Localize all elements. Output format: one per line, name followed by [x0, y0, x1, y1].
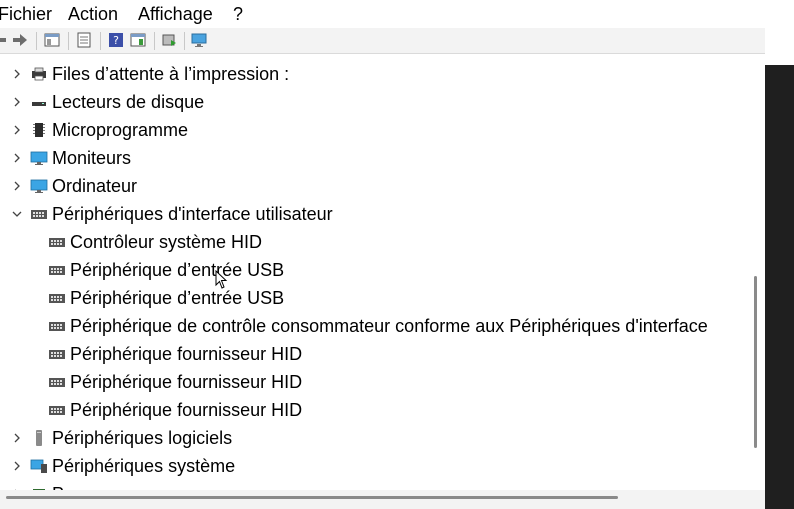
- chevron-right-icon[interactable]: [11, 424, 23, 452]
- tree-item-label: Ordinateur: [52, 176, 138, 196]
- tree-category[interactable]: Périphériques logiciels: [30, 424, 232, 452]
- device-tree[interactable]: Files d’attente à l’impression : Lecteurs…: [0, 58, 748, 490]
- hid-icon: [30, 206, 48, 222]
- tree-item-label: Périphérique d’entrée USB: [70, 288, 285, 308]
- horizontal-scrollbar[interactable]: [0, 490, 765, 509]
- tree-category[interactable]: P: [30, 480, 64, 490]
- hid-icon: [48, 234, 66, 250]
- tree-item-label: Périphérique fournisseur HID: [70, 372, 303, 392]
- hid-icon: [48, 318, 66, 334]
- tree-device[interactable]: Périphérique fournisseur HID: [48, 396, 302, 424]
- outer-background-top: [765, 0, 794, 65]
- menu-fichier[interactable]: Fichier: [0, 3, 52, 25]
- vertical-scrollbar[interactable]: [748, 58, 765, 490]
- tree-item-label: Périphérique fournisseur HID: [70, 400, 303, 420]
- hid-icon: [48, 290, 66, 306]
- tree-category[interactable]: Lecteurs de disque: [30, 88, 204, 116]
- tree-item-label: Périphériques logiciels: [52, 428, 233, 448]
- hid-icon: [48, 374, 66, 390]
- tree-category[interactable]: Files d’attente à l’impression :: [30, 60, 289, 88]
- hid-icon: [48, 262, 66, 278]
- chevron-right-icon[interactable]: [11, 452, 23, 480]
- printer-icon: [30, 66, 48, 82]
- forward-arrow-icon[interactable]: [12, 32, 28, 48]
- tree-item-label: Périphérique de contrôle consommateur co…: [70, 316, 708, 336]
- tree-item-label: Contrôleur système HID: [70, 232, 263, 252]
- chevron-right-icon[interactable]: [11, 60, 23, 88]
- tree-category[interactable]: Périphériques d'interface utilisateur: [30, 200, 333, 228]
- menu-help[interactable]: ?: [233, 3, 243, 25]
- chevron-right-icon[interactable]: [11, 116, 23, 144]
- action-pane-icon[interactable]: [130, 32, 146, 48]
- tree-device[interactable]: Périphérique d’entrée USB: [48, 284, 284, 312]
- toolbar-separator: [36, 32, 37, 50]
- menu-affichage[interactable]: Affichage: [138, 3, 213, 25]
- tree-item-label: Périphériques système: [52, 456, 236, 476]
- tree-category[interactable]: Microprogramme: [30, 116, 188, 144]
- system-device-icon: [30, 458, 48, 474]
- chevron-right-icon[interactable]: [11, 480, 23, 490]
- tree-device[interactable]: Périphérique fournisseur HID: [48, 340, 302, 368]
- toolbar-separator: [68, 32, 69, 50]
- tree-item-label: Moniteurs: [52, 148, 132, 168]
- back-arrow-icon[interactable]: [0, 32, 10, 48]
- computer-icon: [30, 178, 48, 194]
- tree-device[interactable]: Périphérique d’entrée USB: [48, 256, 284, 284]
- tree-item-label: Périphérique fournisseur HID: [70, 344, 303, 364]
- chevron-down-icon[interactable]: [11, 200, 23, 228]
- update-driver-icon[interactable]: [161, 32, 177, 48]
- help-icon[interactable]: ?: [108, 32, 124, 48]
- tree-item-label: Périphérique d’entrée USB: [70, 260, 285, 280]
- mouse-cursor-icon: [215, 270, 228, 289]
- menu-action[interactable]: Action: [68, 3, 118, 25]
- outer-background: [765, 0, 794, 509]
- tree-item-label: Lecteurs de disque: [52, 92, 205, 112]
- toolbar: ?: [0, 28, 765, 54]
- properties-icon[interactable]: [76, 32, 92, 48]
- toolbar-separator: [184, 32, 185, 50]
- monitor-icon: [30, 150, 48, 166]
- tree-device[interactable]: Contrôleur système HID: [48, 228, 262, 256]
- hid-icon: [48, 346, 66, 362]
- software-device-icon: [30, 430, 48, 446]
- vertical-scroll-thumb[interactable]: [754, 276, 757, 448]
- menu-bar: Fichier Action Affichage ?: [0, 0, 765, 27]
- monitor-scan-icon[interactable]: [191, 32, 207, 48]
- toolbar-separator: [100, 32, 101, 50]
- tree-item-label: Microprogramme: [52, 120, 189, 140]
- tree-category[interactable]: Moniteurs: [30, 144, 131, 172]
- tree-category[interactable]: Ordinateur: [30, 172, 137, 200]
- chevron-right-icon[interactable]: [11, 88, 23, 116]
- hid-icon: [48, 402, 66, 418]
- console-tree-icon[interactable]: [44, 32, 60, 48]
- chevron-right-icon[interactable]: [11, 144, 23, 172]
- toolbar-separator: [154, 32, 155, 50]
- disk-drive-icon: [30, 94, 48, 110]
- tree-item-label: Files d’attente à l’impression :: [52, 64, 290, 84]
- tree-device[interactable]: Périphérique de contrôle consommateur co…: [48, 312, 708, 340]
- tree-category[interactable]: Périphériques système: [30, 452, 235, 480]
- horizontal-scroll-thumb[interactable]: [6, 496, 618, 499]
- tree-item-label: Périphériques d'interface utilisateur: [52, 204, 333, 224]
- tree-item-label: P: [52, 483, 64, 490]
- chevron-right-icon[interactable]: [11, 172, 23, 200]
- firmware-chip-icon: [30, 122, 48, 138]
- svg-text:?: ?: [113, 34, 119, 47]
- tree-device[interactable]: Périphérique fournisseur HID: [48, 368, 302, 396]
